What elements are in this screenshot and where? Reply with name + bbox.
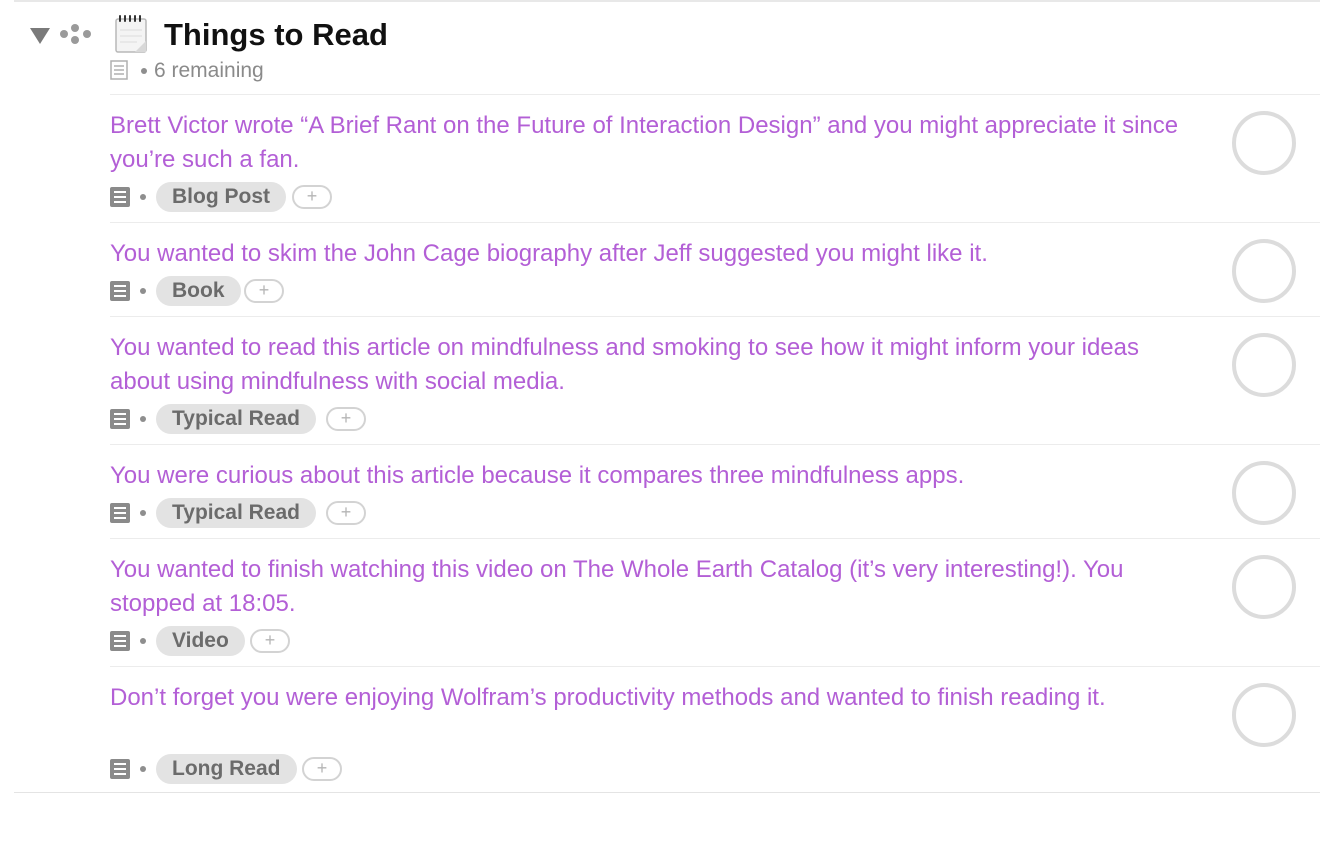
add-tag-button[interactable]: + (244, 279, 284, 303)
task-row[interactable]: Brett Victor wrote “A Brief Rant on the … (110, 94, 1320, 223)
task-complete-checkbox[interactable] (1232, 111, 1296, 175)
task-meta: Typical Read + (110, 403, 710, 434)
project-title[interactable]: Things to Read (164, 16, 388, 54)
task-complete-checkbox[interactable] (1232, 333, 1296, 397)
separator-dot (140, 638, 146, 644)
top-divider (14, 0, 1320, 2)
task-meta: Video + (110, 625, 710, 656)
drag-handle-icon[interactable] (59, 23, 95, 45)
task-complete-checkbox[interactable] (1232, 683, 1296, 747)
task-meta: Book + (110, 275, 710, 306)
note-icon[interactable] (110, 503, 130, 523)
add-tag-button[interactable]: + (326, 407, 366, 431)
task-row[interactable]: You were curious about this article beca… (110, 444, 1320, 539)
project-meta: 6 remaining (110, 58, 610, 84)
task-title[interactable]: You were curious about this article beca… (110, 459, 1190, 493)
separator-dot (141, 68, 147, 74)
task-complete-checkbox[interactable] (1232, 461, 1296, 525)
task-title[interactable]: You wanted to finish watching this video… (110, 553, 1190, 621)
tag-badge[interactable]: Typical Read (156, 404, 316, 434)
separator-dot (140, 194, 146, 200)
add-tag-button[interactable]: + (292, 185, 332, 209)
task-title[interactable]: You wanted to skim the John Cage biograp… (110, 237, 1190, 271)
task-meta: Blog Post + (110, 181, 710, 212)
add-tag-button[interactable]: + (326, 501, 366, 525)
add-tag-button[interactable]: + (250, 629, 290, 653)
tag-badge[interactable]: Long Read (156, 754, 297, 784)
separator-dot (140, 510, 146, 516)
separator-dot (140, 288, 146, 294)
note-icon[interactable] (110, 409, 130, 429)
notes-icon[interactable] (110, 60, 128, 80)
note-icon[interactable] (110, 759, 130, 779)
note-icon[interactable] (110, 631, 130, 651)
note-icon[interactable] (110, 281, 130, 301)
task-row[interactable]: You wanted to skim the John Cage biograp… (110, 222, 1320, 317)
bottom-divider (14, 792, 1320, 793)
note-icon[interactable] (110, 187, 130, 207)
notepad-icon (115, 15, 147, 53)
tag-badge[interactable]: Blog Post (156, 182, 286, 212)
remaining-count: 6 remaining (154, 59, 264, 82)
add-tag-button[interactable]: + (302, 757, 342, 781)
separator-dot (140, 416, 146, 422)
tag-badge[interactable]: Video (156, 626, 245, 656)
task-meta: Typical Read + (110, 497, 710, 528)
task-complete-checkbox[interactable] (1232, 239, 1296, 303)
task-row[interactable]: You wanted to finish watching this video… (110, 538, 1320, 667)
task-meta: Long Read + (110, 753, 710, 784)
task-row[interactable]: You wanted to read this article on mindf… (110, 316, 1320, 445)
project-header: Things to Read (0, 12, 700, 58)
task-title[interactable]: You wanted to read this article on mindf… (110, 331, 1190, 399)
task-title[interactable]: Brett Victor wrote “A Brief Rant on the … (110, 109, 1190, 177)
tag-badge[interactable]: Typical Read (156, 498, 316, 528)
task-title[interactable]: Don’t forget you were enjoying Wolfram’s… (110, 681, 1190, 715)
tag-badge[interactable]: Book (156, 276, 241, 306)
task-row[interactable]: Don’t forget you were enjoying Wolfram’s… (110, 666, 1320, 793)
task-complete-checkbox[interactable] (1232, 555, 1296, 619)
separator-dot (140, 766, 146, 772)
disclosure-triangle-icon[interactable] (30, 28, 50, 44)
